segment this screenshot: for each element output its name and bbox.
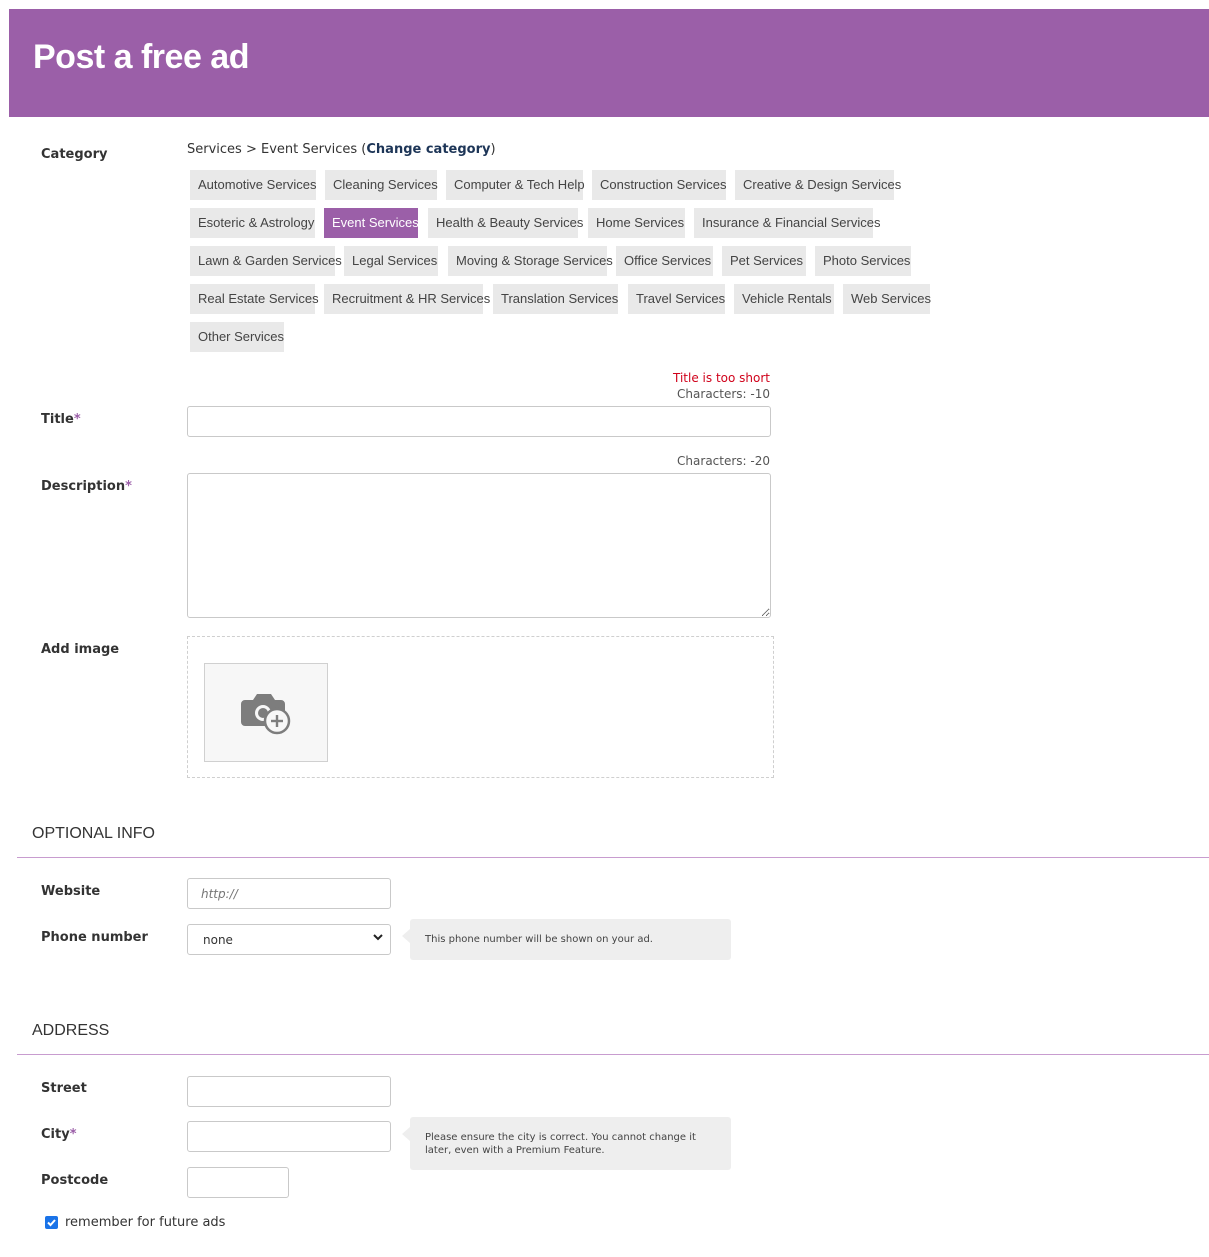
remember-checkbox[interactable] [45, 1216, 58, 1229]
image-upload-button[interactable] [204, 663, 328, 762]
required-mark: * [69, 1127, 77, 1142]
category-tag-event[interactable]: Event Services [324, 208, 419, 238]
category-tag-photo[interactable]: Photo Services [815, 246, 911, 276]
checkmark-icon [47, 1219, 56, 1227]
page-header: Post a free ad [9, 9, 1209, 117]
phone-number-hint: This phone number will be shown on your … [402, 919, 731, 960]
category-tag-creative-design[interactable]: Creative & Design Services [735, 170, 901, 200]
description-label-text: Description [41, 479, 126, 494]
postcode-label: Postcode [41, 1173, 109, 1188]
category-tag-health-beauty[interactable]: Health & Beauty Services [428, 208, 583, 238]
category-tag-travel[interactable]: Travel Services [628, 284, 725, 314]
category-tag-moving-storage[interactable]: Moving & Storage Services [448, 246, 613, 276]
category-tag-pet[interactable]: Pet Services [722, 246, 806, 276]
city-label: City* [41, 1127, 77, 1142]
street-input[interactable] [187, 1076, 391, 1107]
camera-add-icon [241, 694, 291, 735]
image-dropzone[interactable] [187, 636, 774, 778]
phone-number-select[interactable]: none [187, 924, 391, 955]
optional-info-heading: OPTIONAL INFO [32, 825, 155, 842]
required-mark: * [125, 479, 132, 494]
remember-label[interactable]: remember for future ads [65, 1215, 225, 1230]
category-tag-real-estate[interactable]: Real Estate Services [190, 284, 319, 314]
category-tag-construction[interactable]: Construction Services [592, 170, 726, 200]
category-tag-office[interactable]: Office Services [616, 246, 713, 276]
phone-number-selected-value: none [203, 933, 233, 947]
category-tag-insurance[interactable]: Insurance & Financial Services [694, 208, 880, 238]
page-title: Post a free ad [33, 38, 249, 76]
description-label: Description* [41, 479, 132, 494]
category-tag-home[interactable]: Home Services [588, 208, 685, 238]
category-tag-lawn-garden[interactable]: Lawn & Garden Services [190, 246, 342, 276]
chevron-down-icon [372, 931, 384, 947]
city-label-text: City [41, 1127, 70, 1142]
title-error-message: Title is too short [673, 371, 770, 385]
city-hint: Please ensure the city is correct. You c… [402, 1117, 731, 1170]
section-divider [17, 1054, 1209, 1055]
category-tag-vehicle-rentals[interactable]: Vehicle Rentals [734, 284, 834, 314]
description-character-counter: Characters: -20 [677, 454, 770, 468]
category-tag-legal[interactable]: Legal Services [344, 246, 438, 276]
breadcrumb-path: Services > Event Services ( [187, 142, 367, 157]
description-textarea[interactable] [187, 473, 771, 618]
required-mark: * [73, 412, 81, 427]
category-tag-cleaning[interactable]: Cleaning Services [325, 170, 438, 200]
section-divider [17, 857, 1209, 858]
address-heading: ADDRESS [32, 1022, 110, 1039]
title-label-text: Title [41, 412, 74, 427]
postcode-input[interactable] [187, 1167, 289, 1198]
category-tag-web[interactable]: Web Services [843, 284, 931, 314]
category-label: Category [41, 147, 108, 162]
category-tag-recruitment-hr[interactable]: Recruitment & HR Services [324, 284, 490, 314]
title-input[interactable] [187, 406, 771, 437]
category-tag-other[interactable]: Other Services [190, 322, 284, 352]
category-tag-computer-tech[interactable]: Computer & Tech Help [446, 170, 585, 200]
website-label: Website [41, 884, 101, 899]
breadcrumb: Services > Event Services (Change catego… [187, 142, 496, 157]
category-tag-translation[interactable]: Translation Services [493, 284, 618, 314]
breadcrumb-close: ) [490, 142, 496, 157]
phone-number-label: Phone number [41, 930, 148, 945]
category-tag-automotive[interactable]: Automotive Services [190, 170, 317, 200]
add-image-label: Add image [41, 642, 120, 657]
title-character-counter: Characters: -10 [677, 387, 770, 401]
city-input[interactable] [187, 1121, 391, 1152]
street-label: Street [41, 1081, 87, 1096]
title-label: Title* [41, 412, 81, 427]
category-tag-esoteric[interactable]: Esoteric & Astrology [190, 208, 315, 238]
change-category-link[interactable]: Change category [366, 142, 490, 157]
website-input[interactable] [187, 878, 391, 909]
